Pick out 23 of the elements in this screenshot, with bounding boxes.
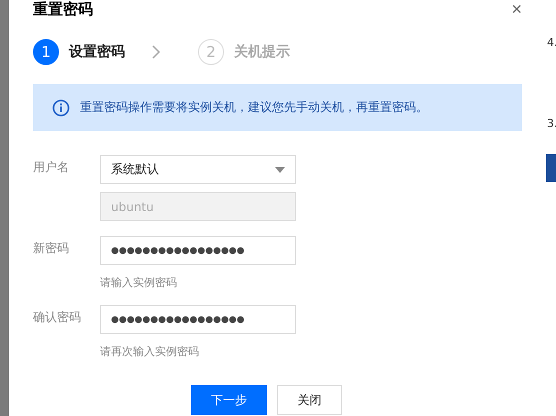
password-field[interactable]: ●●●●●●●●●●●●●●●●●: [100, 236, 296, 265]
username-field: ubuntu: [100, 192, 296, 221]
password-field[interactable]: ●●●●●●●●●●●●●●●●●: [100, 305, 296, 334]
field-hint: 请输入实例密码: [100, 275, 178, 290]
step-label: 设置密码: [69, 43, 125, 61]
dialog-title: 重置密码: [33, 0, 93, 18]
next-button[interactable]: 下一步: [191, 385, 267, 415]
field-label: 用户名: [33, 159, 70, 176]
alert-text: 重置密码操作需要将实例关机，建议您先手动关机，再重置密码。: [80, 99, 428, 116]
step-number: 2: [198, 39, 224, 65]
step-label: 关机提示: [234, 43, 290, 61]
field-label: 确认密码: [33, 309, 82, 326]
chevron-right-icon: [151, 44, 161, 60]
info-icon: [52, 98, 70, 116]
close-button[interactable]: ×: [511, 0, 522, 18]
username-select[interactable]: 系统默认: [100, 155, 296, 184]
background-text: 4.: [547, 36, 556, 49]
step-number: 1: [33, 39, 59, 65]
field-label: 新密码: [33, 240, 70, 257]
dropdown-caret-icon: [275, 166, 285, 172]
background-text: 3.: [547, 117, 556, 130]
field-hint: 请再次输入实例密码: [100, 344, 200, 359]
close-dialog-button[interactable]: 关闭: [277, 385, 342, 415]
